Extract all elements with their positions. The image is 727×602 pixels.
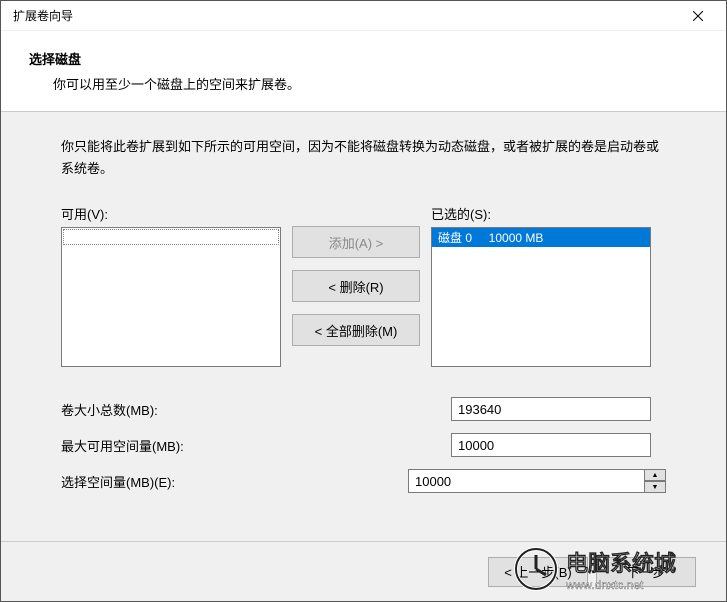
- available-listbox[interactable]: [61, 227, 281, 367]
- page-title: 选择磁盘: [29, 49, 716, 68]
- transfer-buttons-column: 添加(A) > < 删除(R) < 全部删除(M): [281, 204, 431, 346]
- close-button[interactable]: [678, 2, 718, 30]
- max-space-row: 最大可用空间量(MB): 10000: [61, 433, 666, 457]
- spinner-up-button[interactable]: ▲: [644, 469, 666, 481]
- remove-all-button[interactable]: < 全部删除(M): [292, 314, 420, 346]
- wizard-window: 扩展卷向导 选择磁盘 你可以用至少一个磁盘上的空间来扩展卷。 你只能将此卷扩展到…: [0, 0, 727, 602]
- remove-button[interactable]: < 删除(R): [292, 270, 420, 302]
- wizard-header: 选择磁盘 你可以用至少一个磁盘上的空间来扩展卷。: [1, 31, 726, 112]
- spinner-down-button[interactable]: ▼: [644, 481, 666, 493]
- select-space-label: 选择空间量(MB)(E):: [61, 472, 408, 491]
- list-focus-indicator: [63, 229, 279, 245]
- page-subtitle: 你可以用至少一个磁盘上的空间来扩展卷。: [29, 74, 716, 93]
- max-space-value: 10000: [451, 433, 651, 457]
- back-button[interactable]: < 上一步(B): [488, 557, 588, 587]
- select-space-input[interactable]: 10000: [408, 469, 644, 493]
- selected-column: 已选的(S): 磁盘 0 10000 MB: [431, 204, 651, 367]
- window-title: 扩展卷向导: [9, 7, 678, 24]
- available-label: 可用(V):: [61, 204, 281, 223]
- max-space-label: 最大可用空间量(MB):: [61, 436, 451, 455]
- select-space-row: 选择空间量(MB)(E): 10000 ▲ ▼: [61, 469, 666, 493]
- total-size-value: 193640: [451, 397, 651, 421]
- select-space-spinner: 10000 ▲ ▼: [408, 469, 666, 493]
- chevron-up-icon: ▲: [652, 472, 659, 479]
- total-size-label: 卷大小总数(MB):: [61, 400, 451, 419]
- description-text: 你只能将此卷扩展到如下所示的可用空间，因为不能将磁盘转换为动态磁盘，或者被扩展的…: [61, 136, 666, 180]
- next-button[interactable]: 下一步: [596, 557, 696, 587]
- spinner-buttons: ▲ ▼: [644, 469, 666, 493]
- selected-label: 已选的(S):: [431, 204, 651, 223]
- list-item[interactable]: 磁盘 0 10000 MB: [432, 228, 650, 247]
- content-area: 你只能将此卷扩展到如下所示的可用空间，因为不能将磁盘转换为动态磁盘，或者被扩展的…: [1, 112, 726, 541]
- available-column: 可用(V):: [61, 204, 281, 367]
- wizard-footer: < 上一步(B) 下一步 电脑系统城 www.dnxtc.net: [1, 541, 726, 601]
- selected-listbox[interactable]: 磁盘 0 10000 MB: [431, 227, 651, 367]
- close-icon: [693, 8, 703, 24]
- titlebar: 扩展卷向导: [1, 1, 726, 31]
- disk-selection-row: 可用(V): 添加(A) > < 删除(R) < 全部删除(M) 已选的(S):…: [61, 204, 666, 367]
- total-size-row: 卷大小总数(MB): 193640: [61, 397, 666, 421]
- add-button[interactable]: 添加(A) >: [292, 226, 420, 258]
- chevron-down-icon: ▼: [652, 484, 659, 491]
